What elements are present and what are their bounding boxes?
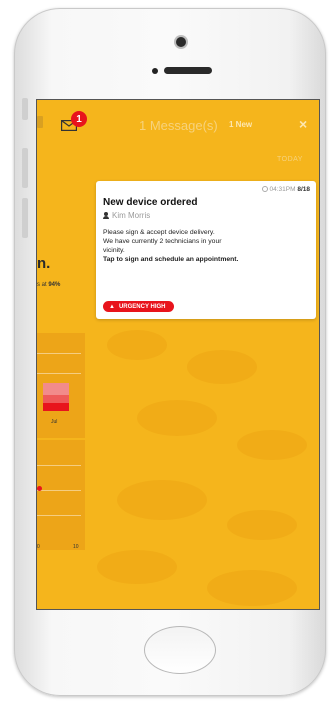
body-line: We have currently 2 technicians in your (103, 238, 222, 245)
person-icon (103, 212, 109, 219)
background-pattern (207, 570, 297, 606)
background-pattern (237, 430, 307, 460)
urgency-badge: ▲ URGENCY HIGH (103, 301, 174, 312)
chart-bar (43, 383, 69, 395)
unread-badge: 1 (71, 111, 87, 127)
bar-chart-panel: Jul (37, 333, 85, 438)
body-line: vicinity. (103, 247, 125, 254)
chart-point (37, 486, 42, 491)
close-button[interactable]: × (299, 116, 307, 132)
mute-switch (22, 98, 28, 120)
chart-bar (43, 403, 69, 411)
grid-line (37, 373, 81, 374)
month-label: Jul (51, 419, 58, 425)
line-chart-panel: 0 10 (37, 440, 85, 550)
axis-tick-10: 10 (73, 544, 79, 550)
earpiece-speaker (164, 67, 212, 74)
home-button[interactable] (144, 626, 216, 674)
notification-body: Please sign & accept device delivery. We… (103, 228, 309, 264)
axis-tick-0: 0 (37, 544, 40, 550)
background-pattern (137, 400, 217, 436)
volume-up-button (22, 148, 28, 188)
notification-title: New device ordered (103, 197, 198, 208)
phone-screen: n. s at 94% Jul 0 10 1 1 Message(s) 1 Ne… (37, 100, 319, 609)
background-pattern (117, 480, 207, 520)
grid-line (37, 490, 81, 491)
new-count-label: 1 New (229, 120, 253, 129)
background-pattern (97, 550, 177, 584)
proximity-sensor (152, 68, 158, 74)
clock-icon (261, 186, 268, 192)
message-count: 1 Message(s) (139, 118, 218, 133)
notification-header: 1 1 Message(s) 1 New × (37, 100, 319, 148)
background-pattern (107, 330, 167, 360)
grid-line (37, 465, 81, 466)
notification-card[interactable]: 04:31PM 8/18 New device ordered Kim Morr… (96, 181, 316, 319)
arrow-up-icon: ▲ (109, 303, 115, 310)
call-to-action[interactable]: Tap to sign and schedule an appointment. (103, 255, 309, 264)
dashboard-heading: n. (37, 255, 51, 272)
volume-down-button (22, 198, 28, 238)
document-icon[interactable] (37, 116, 43, 128)
notification-author: Kim Morris (103, 211, 150, 220)
body-line: Please sign & accept device delivery. (103, 229, 215, 236)
notification-timestamp: 04:31PM 8/18 (261, 186, 310, 193)
dashboard-stat: s at 94% (37, 282, 61, 288)
chart-bar (43, 395, 69, 403)
background-dashboard: n. s at 94% Jul 0 10 (37, 100, 97, 609)
background-pattern (187, 350, 257, 384)
grid-line (37, 515, 81, 516)
grid-line (37, 353, 81, 354)
background-pattern (227, 510, 297, 540)
front-camera (176, 37, 186, 47)
section-label-today: TODAY (277, 156, 303, 163)
